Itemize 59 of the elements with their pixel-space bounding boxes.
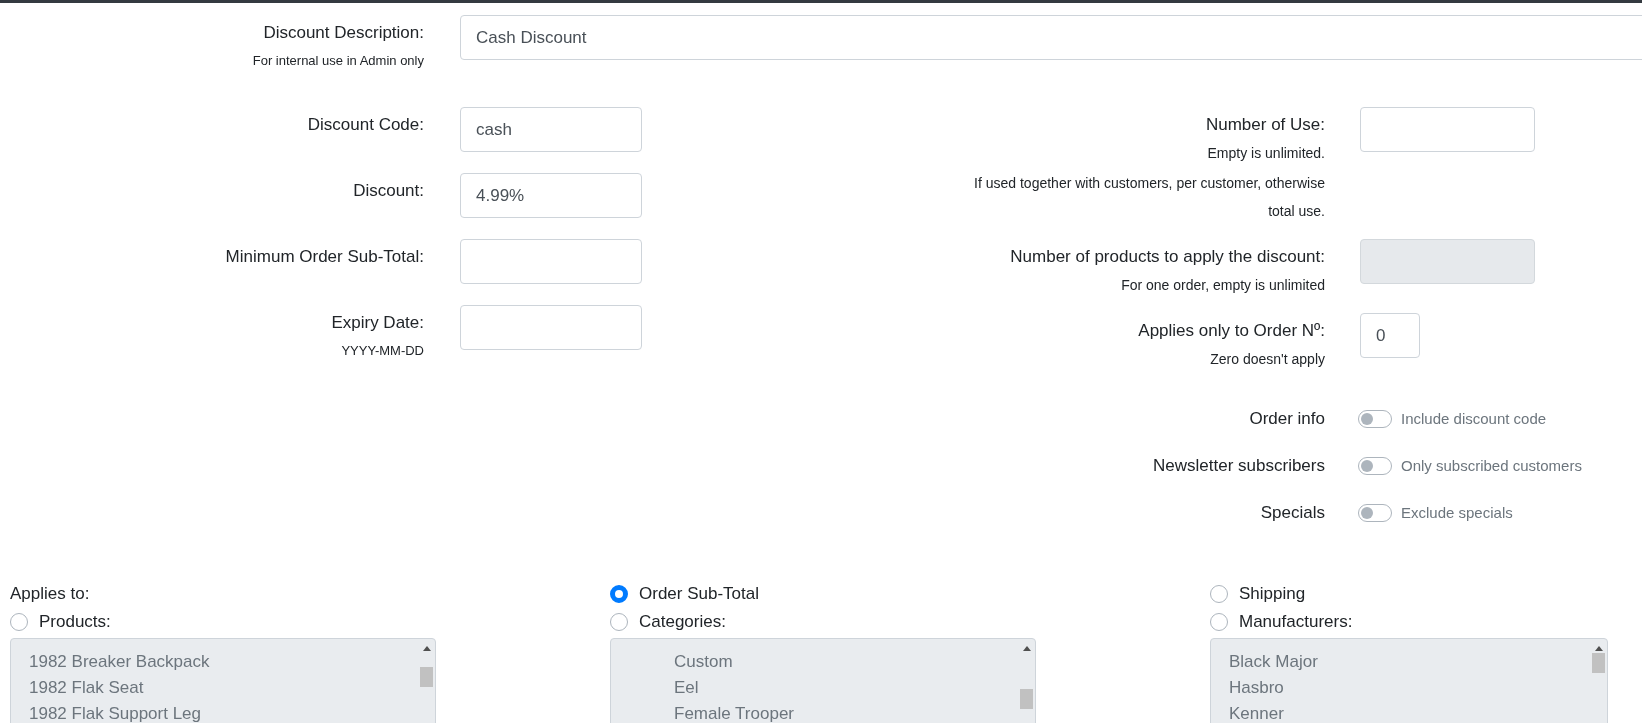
- radio-option[interactable]: Order Sub-Total: [610, 580, 759, 608]
- list-item[interactable]: Eel: [629, 675, 699, 701]
- scroll-up-icon[interactable]: [422, 645, 431, 651]
- list-item[interactable]: Custom: [629, 649, 733, 675]
- radio-icon[interactable]: [610, 613, 628, 631]
- field-label: Discount Code:: [307, 114, 424, 136]
- scrollbar-thumb[interactable]: [1592, 653, 1605, 673]
- radio-option[interactable]: Categories:: [610, 608, 726, 636]
- switch-label: Newsletter subscribers: [1152, 454, 1325, 477]
- radio-option[interactable]: Products:: [10, 608, 111, 636]
- input-field[interactable]: 0: [1360, 313, 1420, 358]
- list-item[interactable]: Hasbro: [1229, 675, 1284, 701]
- help-text: If used together with customers, per customer, otherwise total use.: [973, 174, 1325, 221]
- switch-text: Exclude specials: [1401, 504, 1513, 521]
- list-item[interactable]: 1982 Flak Seat: [29, 675, 144, 701]
- input-field[interactable]: [460, 239, 642, 284]
- help-text: For internal use in Admin only: [252, 52, 424, 70]
- list-box[interactable]: 1982 Breaker Backpack 1982 Flak Seat 1982 Flak Support Leg: [10, 638, 436, 723]
- field-label: Discount Description:: [263, 22, 424, 44]
- field-label: Number of products to apply the discount:: [1010, 246, 1325, 268]
- input-field[interactable]: cash: [460, 107, 642, 152]
- scroll-up-icon[interactable]: [1022, 645, 1031, 651]
- switch-text: Include discount code: [1401, 410, 1547, 427]
- list-item[interactable]: Female Trooper: [629, 701, 794, 723]
- switch-text: Only subscribed customers: [1401, 457, 1582, 474]
- switch-label: Order info: [1248, 407, 1325, 430]
- help-text: Empty is unlimited.: [1207, 144, 1325, 163]
- radio-icon[interactable]: [10, 613, 28, 631]
- scrollbar-thumb[interactable]: [1020, 689, 1033, 709]
- field-label: Expiry Date:: [331, 312, 424, 334]
- section-label: Applies to:: [10, 583, 90, 605]
- list-item[interactable]: 1982 Flak Support Leg: [29, 701, 201, 723]
- radio-icon[interactable]: [1210, 613, 1228, 631]
- toggle-switch[interactable]: [1358, 409, 1392, 428]
- radio-option[interactable]: Shipping: [1210, 580, 1306, 608]
- toggle-switch[interactable]: [1358, 456, 1392, 475]
- list-item[interactable]: Black Major: [1229, 649, 1318, 675]
- input-field[interactable]: [1360, 107, 1535, 152]
- input-field[interactable]: Cash Discount: [460, 15, 1642, 60]
- toggle-switch[interactable]: [1358, 503, 1392, 522]
- input-field[interactable]: [460, 305, 642, 350]
- radio-icon[interactable]: [610, 585, 628, 603]
- scrollbar-thumb[interactable]: [420, 667, 433, 687]
- list-item[interactable]: 1982 Breaker Backpack: [29, 649, 210, 675]
- help-text: Zero doesn't apply: [1210, 350, 1325, 369]
- field-label: Applies only to Order Nº:: [1138, 320, 1325, 342]
- help-text: YYYY-MM-DD: [341, 342, 424, 360]
- help-text: For one order, empty is unlimited: [1121, 276, 1325, 295]
- field-label: Minimum Order Sub-Total:: [225, 246, 424, 268]
- input-field[interactable]: 4.99%: [460, 173, 642, 218]
- list-box[interactable]: Custom Eel Female Trooper: [610, 638, 1036, 723]
- scroll-up-icon[interactable]: [1594, 645, 1603, 651]
- list-item[interactable]: Kenner: [1229, 701, 1284, 723]
- switch-label: Specials: [1259, 501, 1325, 524]
- radio-icon[interactable]: [1210, 585, 1228, 603]
- field-label: Discount:: [353, 180, 424, 202]
- field-label: Number of Use:: [1205, 114, 1325, 136]
- list-box[interactable]: Black Major Hasbro Kenner: [1210, 638, 1608, 723]
- radio-option[interactable]: Manufacturers:: [1210, 608, 1353, 636]
